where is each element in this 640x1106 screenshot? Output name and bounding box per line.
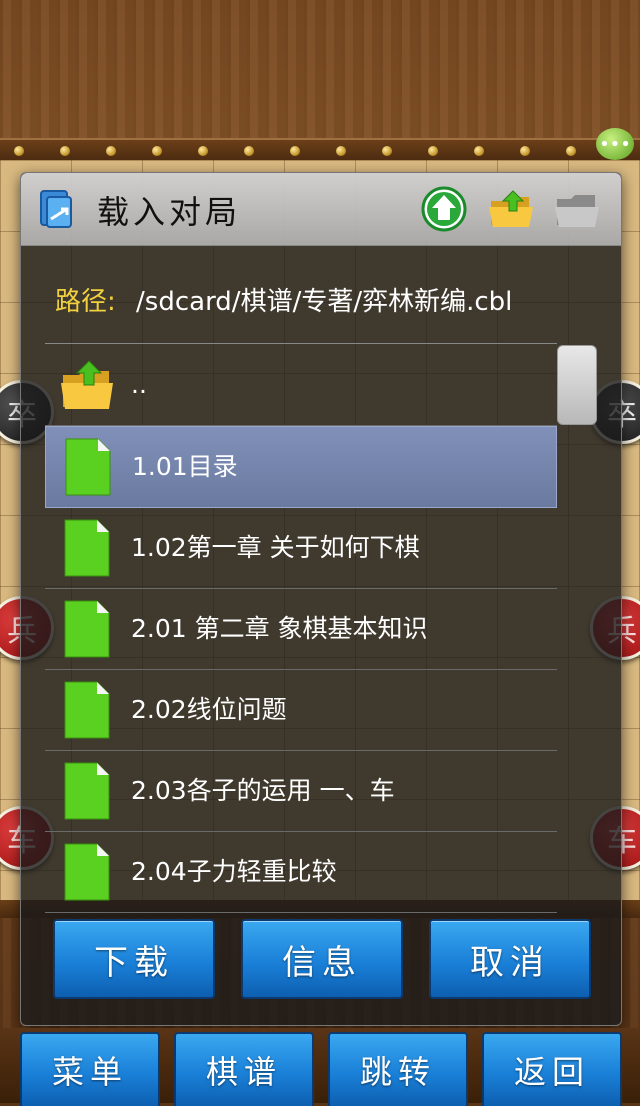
parent-folder-icon xyxy=(61,360,113,409)
jump-button[interactable]: 跳转 xyxy=(328,1032,468,1106)
path-row: 路径: /sdcard/棋谱/专著/弈林新编.cbl xyxy=(55,281,512,318)
list-item-label: 2.03各子的运用 一、车 xyxy=(131,776,395,805)
info-button[interactable]: 信息 xyxy=(241,919,403,999)
load-game-dialog: 载入对局 路径: /sdcard/棋谱/专著/弈林新编.cbl .. 1.01目… xyxy=(20,172,622,1026)
list-item-label: 2.02线位问题 xyxy=(131,695,287,724)
path-value: /sdcard/棋谱/专著/弈林新编.cbl xyxy=(136,287,513,317)
chat-bubble-icon[interactable]: ••• xyxy=(596,128,634,160)
file-icon xyxy=(64,681,110,739)
dialog-title: 载入对局 xyxy=(97,193,242,231)
divider xyxy=(45,343,557,344)
list-item[interactable]: 1.01目录 xyxy=(45,426,557,508)
back-button[interactable]: 返回 xyxy=(482,1032,622,1106)
path-label: 路径: xyxy=(55,287,116,317)
scrollbar-thumb[interactable] xyxy=(557,345,597,425)
file-icon xyxy=(64,600,110,658)
record-button[interactable]: 棋谱 xyxy=(174,1032,314,1106)
file-icon xyxy=(65,438,111,496)
list-item[interactable]: 2.02线位问题 xyxy=(45,670,557,751)
parent-directory-row[interactable]: .. xyxy=(45,345,557,426)
menu-button[interactable]: 菜单 xyxy=(20,1032,160,1106)
open-folder-icon[interactable] xyxy=(553,185,603,233)
list-item-label: 1.01目录 xyxy=(132,452,238,481)
file-icon xyxy=(64,843,110,901)
list-item[interactable]: 2.03各子的运用 一、车 xyxy=(45,751,557,832)
file-icon xyxy=(64,519,110,577)
list-item[interactable]: 2.01 第二章 象棋基本知识 xyxy=(45,589,557,670)
load-file-icon xyxy=(40,190,72,228)
list-item-label: 2.01 第二章 象棋基本知识 xyxy=(131,614,428,643)
cancel-button[interactable]: 取消 xyxy=(429,919,591,999)
list-item[interactable]: 2.04子力轻重比较 xyxy=(45,832,557,913)
parent-folder-icon[interactable] xyxy=(487,185,537,233)
list-item[interactable]: 1.02第一章 关于如何下棋 xyxy=(45,508,557,589)
dialog-header: 载入对局 xyxy=(21,173,621,246)
home-folder-icon[interactable] xyxy=(419,185,469,233)
list-item-label: 2.04子力轻重比较 xyxy=(131,857,337,886)
download-button[interactable]: 下载 xyxy=(53,919,215,999)
list-item-label: 1.02第一章 关于如何下棋 xyxy=(131,533,420,562)
file-icon xyxy=(64,762,110,820)
list-item-label: .. xyxy=(131,370,147,399)
